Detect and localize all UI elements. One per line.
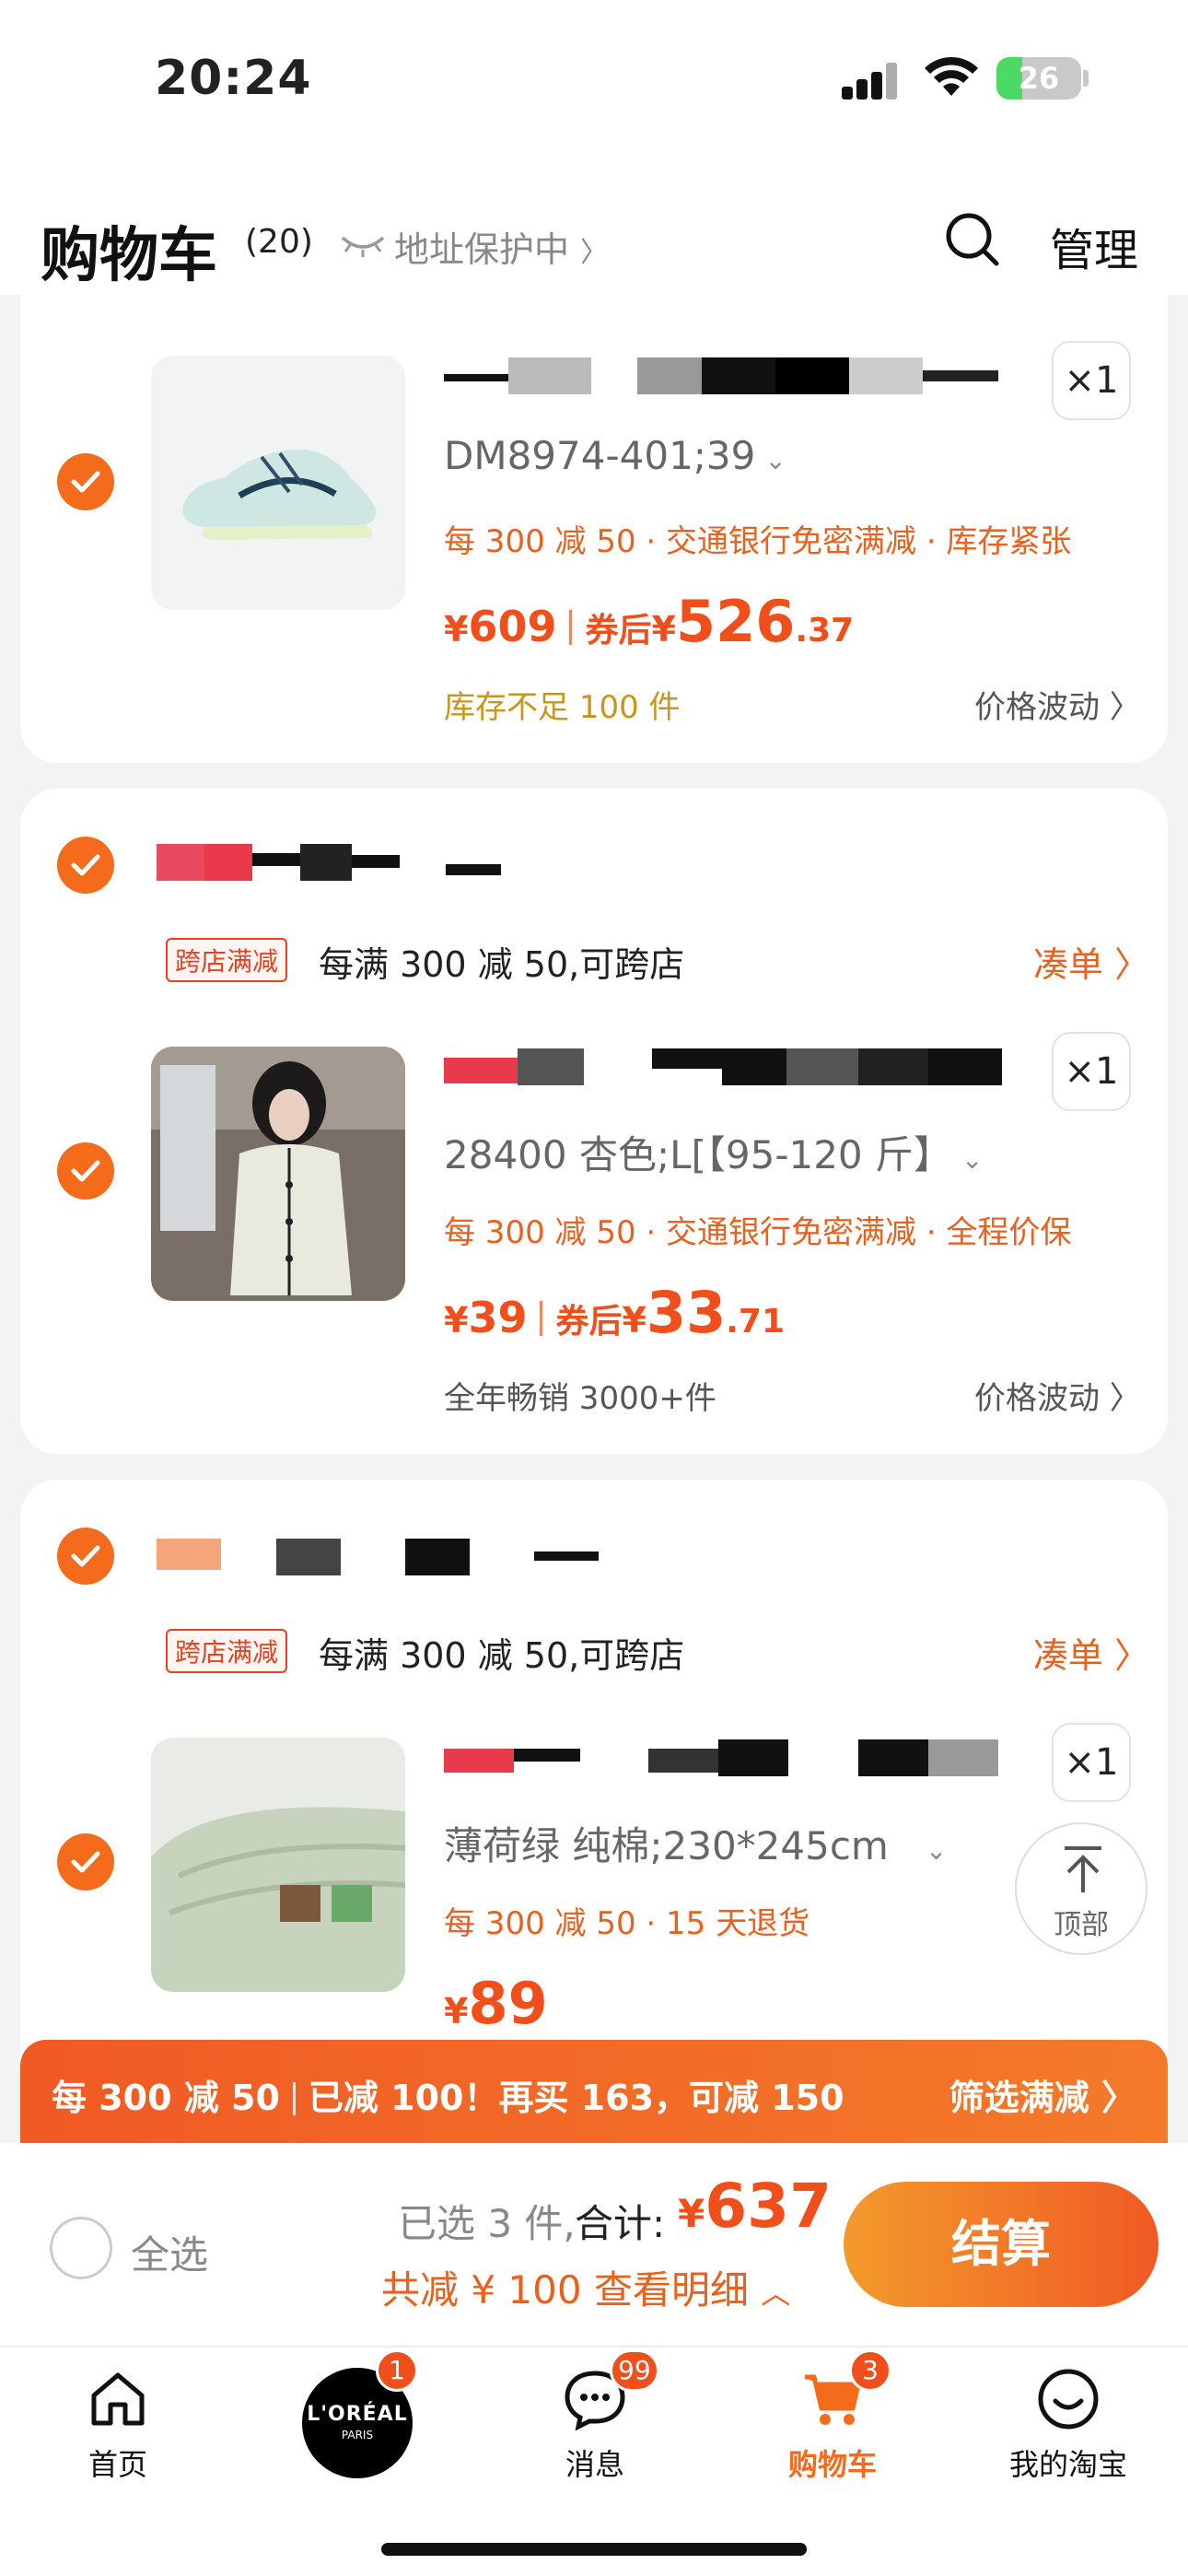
product-image-bedsheet[interactable]: [151, 1738, 405, 1992]
home-icon: [91, 2372, 145, 2426]
cross-store-discount-tag: 跨店满减: [166, 1629, 288, 1673]
chevron-up-icon: ︿: [761, 2276, 791, 2311]
store-checkbox[interactable]: [57, 1528, 114, 1585]
badge-messages: 99: [610, 2349, 659, 2392]
price-fluctuation-link[interactable]: 价格波动 〉: [974, 682, 1141, 727]
cart-header: 购物车 (20) 地址保护中 〉 管理: [0, 157, 1188, 295]
price-row: ¥89: [444, 1970, 548, 2037]
filter-discount-button[interactable]: 筛选满减 〉: [949, 2069, 1136, 2120]
search-icon[interactable]: [943, 210, 1002, 269]
bottom-tab-bar: 首页 L'ORÉAL PARIS 1 消息 99 购物车 3 我的淘宝: [0, 2346, 1188, 2576]
cart-page: 20:24 26 购物车 (20) 地址保护中 〉 管理 ×1 DM8974-4…: [0, 0, 1188, 2576]
item-checkbox[interactable]: [57, 453, 114, 510]
product-image-nightdress[interactable]: [151, 1047, 405, 1301]
promo-text: 每 300 减 50 · 15 天退货: [444, 1905, 810, 1942]
redacted-product-title: [444, 1739, 1002, 1776]
closed-eye-icon: [341, 236, 385, 257]
sku-selector[interactable]: DM8974-401;39 ⌄: [444, 433, 786, 478]
status-time: 20:24: [155, 51, 312, 106]
quantity-selector[interactable]: ×1: [1052, 341, 1131, 420]
price-fluctuation-link[interactable]: 价格波动 〉: [974, 1373, 1141, 1418]
wifi-icon: [925, 56, 978, 96]
stock-note: 库存不足 100 件: [444, 689, 681, 726]
battery-icon: 26: [996, 57, 1081, 100]
address-protection-link[interactable]: 地址保护中 〉: [394, 221, 608, 272]
store-checkbox[interactable]: [57, 837, 114, 894]
battery-level: 26: [1018, 61, 1060, 96]
redacted-store-name: [157, 1539, 626, 1575]
manage-button[interactable]: 管理: [1050, 214, 1138, 278]
cart-count: (20): [245, 223, 313, 261]
arrow-up-icon: [1065, 1846, 1101, 1892]
status-bar: 20:24 26: [0, 0, 1188, 157]
back-to-top-button[interactable]: 顶部: [1015, 1822, 1147, 1955]
badge-loreal: 1: [376, 2349, 418, 2392]
store-discount-text: 每满 300 减 50,可跨店: [319, 1635, 685, 1676]
product-image-shoe[interactable]: [151, 356, 405, 610]
discount-status: 已减 100！再买 163，可减 150: [308, 2078, 844, 2118]
discount-rule: 每 300 减 50: [52, 2078, 280, 2118]
item-checkbox[interactable]: [57, 1142, 114, 1200]
item-checkbox[interactable]: [57, 1833, 114, 1891]
select-all-checkbox[interactable]: [50, 2217, 112, 2279]
price-row: ¥609 券后¥526.37: [444, 588, 855, 655]
home-indicator: [381, 2543, 807, 2556]
checkout-bar: 全选 已选 3 件, 合计: ¥637 共减 ¥ 100 查看明细 ︿ 结算: [0, 2143, 1188, 2346]
total-amount: ¥637: [678, 2171, 833, 2242]
redacted-store-name: [157, 844, 510, 881]
discount-progress-bar: 每 300 减 50 已减 100！再买 163，可减 150 筛选满减 〉: [20, 2040, 1168, 2143]
store-discount-text: 每满 300 减 50,可跨店: [319, 944, 685, 985]
chevron-down-icon: ⌄: [764, 445, 786, 475]
promo-text: 每 300 减 50 · 交通银行免密满减 · 库存紧张: [444, 523, 1072, 560]
quantity-selector[interactable]: ×1: [1052, 1032, 1131, 1111]
cart-item-card: ×1 DM8974-401;39 ⌄ 每 300 减 50 · 交通银行免密满减 …: [20, 295, 1168, 763]
cellular-signal-icon: [842, 61, 908, 100]
quantity-selector[interactable]: ×1: [1052, 1723, 1131, 1802]
add-on-button[interactable]: 凑单 〉: [1033, 936, 1149, 987]
cart-store-card: 跨店满减 每满 300 减 50,可跨店 凑单 〉 ×1 28400 杏色;L[…: [20, 789, 1168, 1454]
cross-store-discount-tag: 跨店满减: [166, 938, 288, 982]
checkout-button[interactable]: 结算: [844, 2182, 1159, 2307]
selected-count: 已选 3 件,: [398, 2201, 576, 2246]
profile-icon: [1038, 2369, 1099, 2430]
promo-text: 每 300 减 50 · 交通银行免密满减 · 全程价保: [444, 1214, 1072, 1251]
sku-selector[interactable]: 薄荷绿 纯棉;230*245cm ⌄: [444, 1815, 947, 1871]
chevron-down-icon: ⌄: [925, 1835, 948, 1866]
chevron-down-icon: ⌄: [961, 1144, 984, 1175]
tab-messages[interactable]: 消息: [503, 2348, 687, 2532]
sku-selector[interactable]: 28400 杏色;L[【95-120 斤】 ⌄: [444, 1124, 983, 1180]
badge-cart: 3: [849, 2349, 891, 2392]
price-row: ¥39 券后¥33.71: [444, 1279, 785, 1346]
view-details-link[interactable]: 共减 ¥ 100 查看明细 ︿: [381, 2259, 790, 2315]
total-label: 合计:: [575, 2201, 666, 2246]
tab-home[interactable]: 首页: [26, 2348, 210, 2532]
tab-my-taobao[interactable]: 我的淘宝: [976, 2348, 1160, 2532]
redacted-product-title: [444, 1048, 1002, 1085]
tab-cart[interactable]: 购物车: [740, 2348, 925, 2532]
page-title: 购物车: [41, 222, 217, 290]
sales-note: 全年畅销 3000+件: [444, 1380, 716, 1417]
select-all-label[interactable]: 全选: [131, 2224, 208, 2280]
redacted-product-title: [444, 357, 998, 394]
add-on-button[interactable]: 凑单 〉: [1033, 1627, 1149, 1678]
